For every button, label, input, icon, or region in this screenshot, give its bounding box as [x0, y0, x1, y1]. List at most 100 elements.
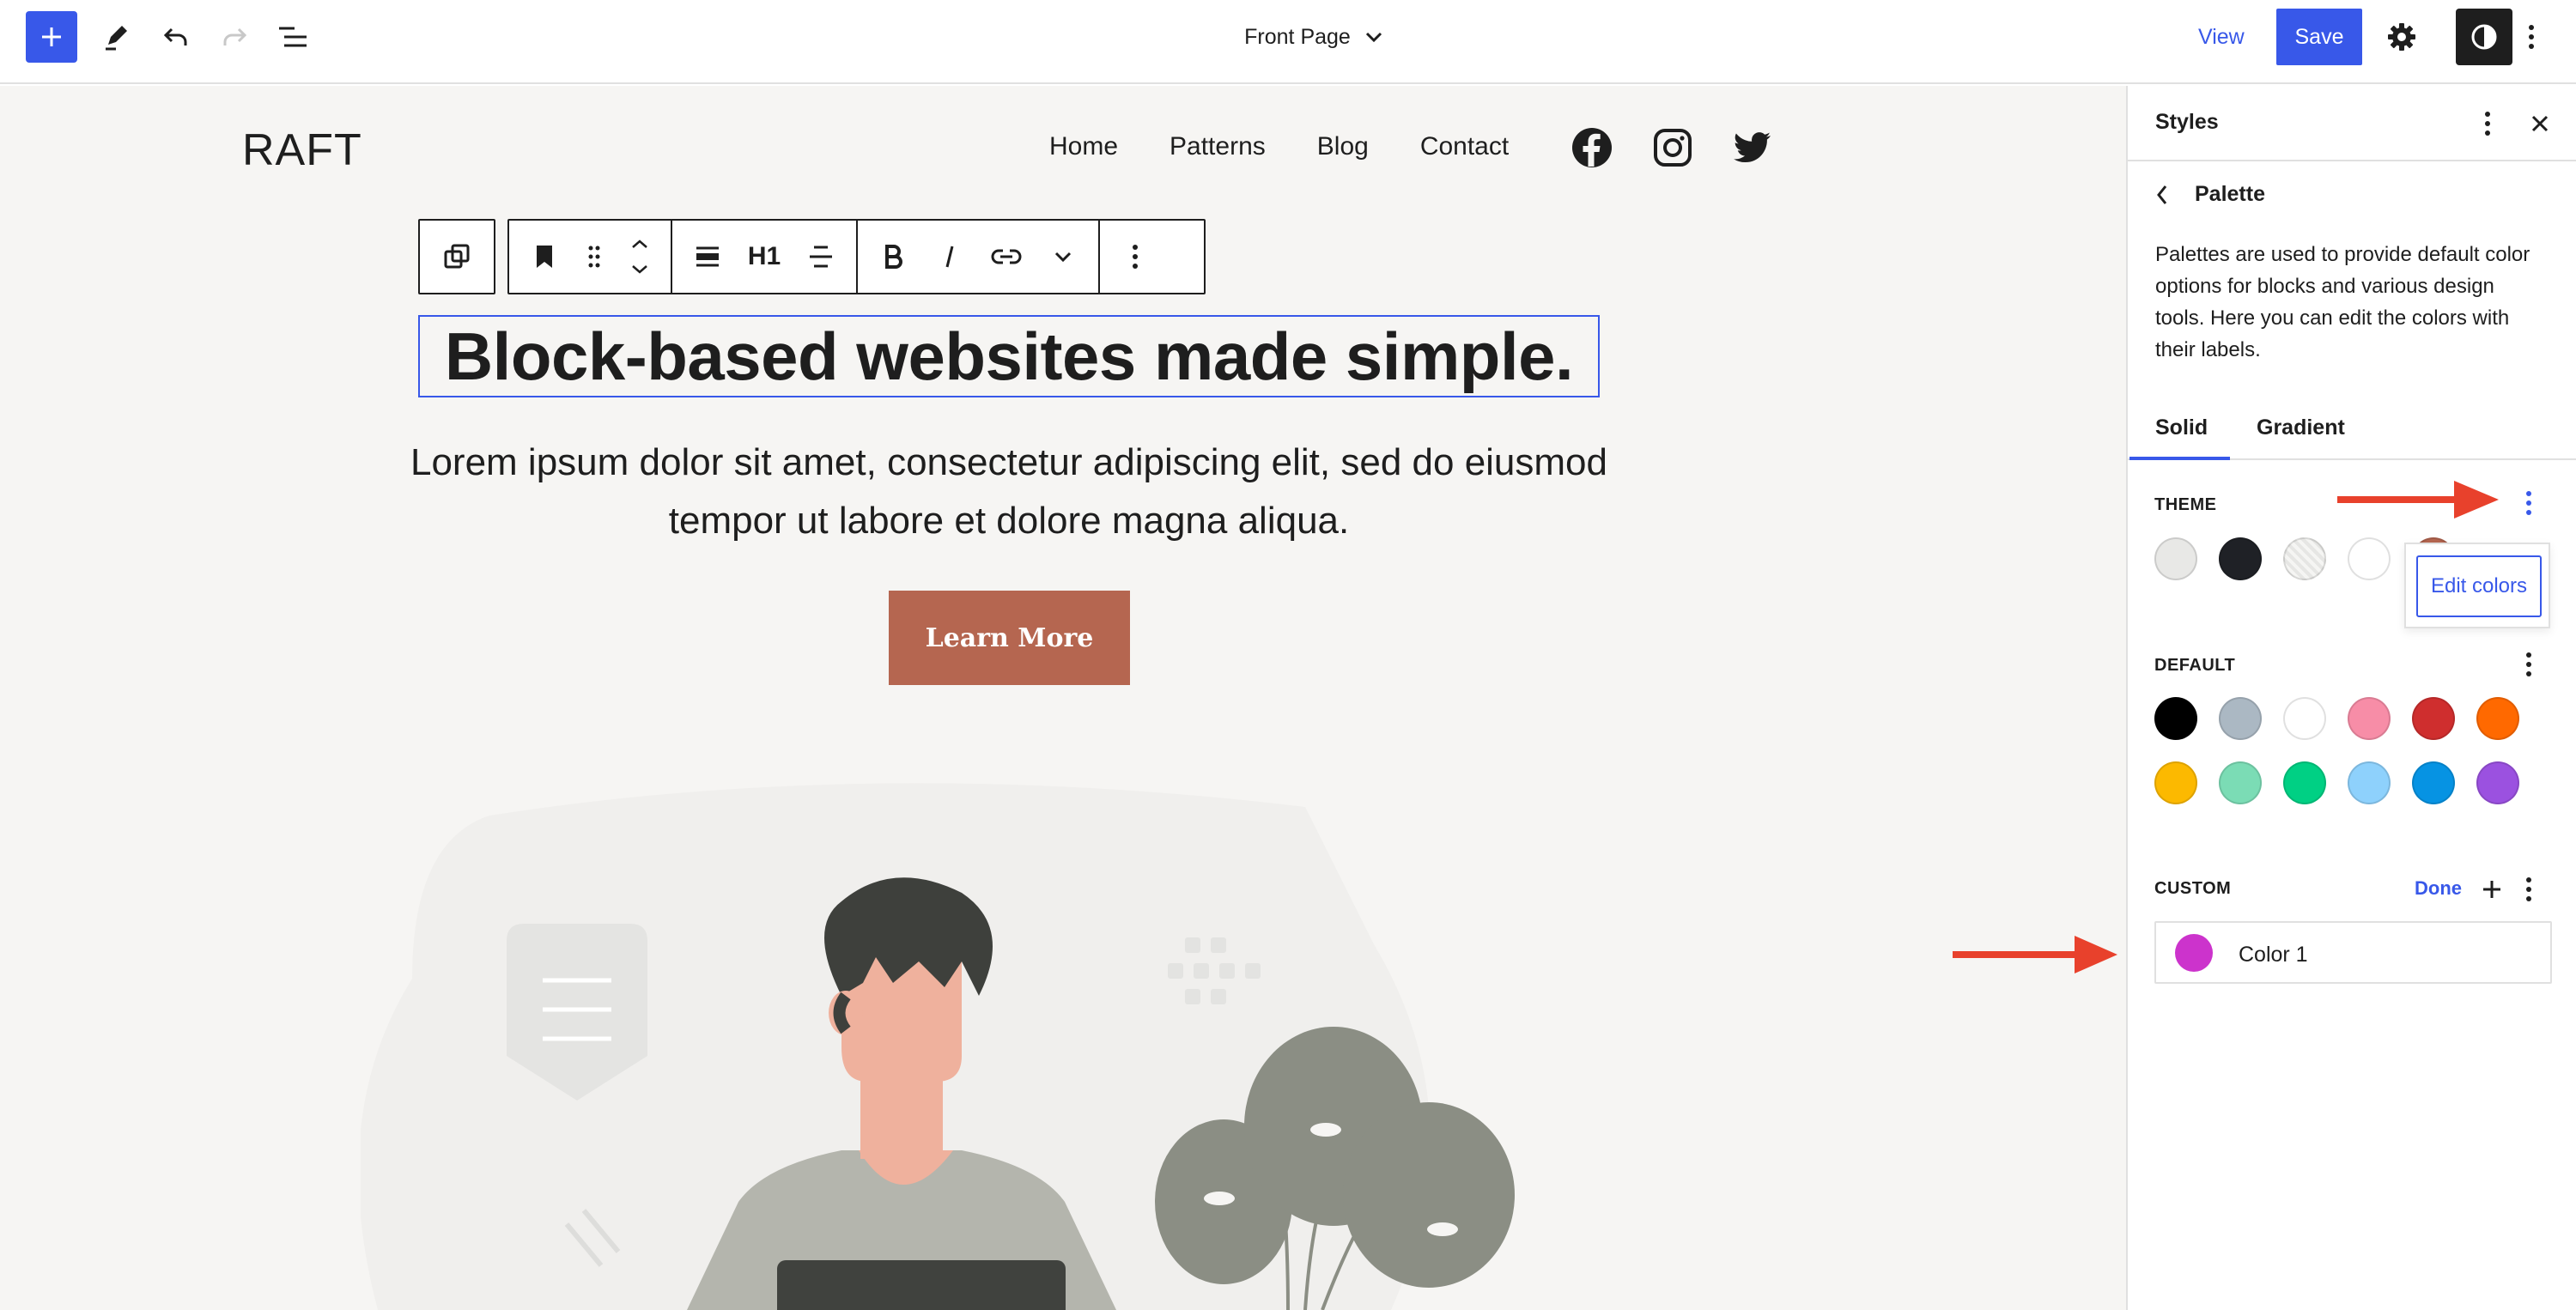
transform-block-button[interactable]: [428, 221, 485, 293]
bold-icon: [885, 245, 902, 269]
close-sidebar-button[interactable]: [2524, 108, 2555, 139]
italic-button[interactable]: [921, 221, 978, 293]
instagram-icon[interactable]: [1652, 127, 1693, 168]
custom-color-item[interactable]: Color 1: [2154, 921, 2552, 984]
custom-color-name[interactable]: Color 1: [2239, 943, 2308, 967]
document-title-dropdown[interactable]: Front Page: [1116, 17, 1511, 57]
tab-solid[interactable]: Solid: [2155, 395, 2208, 460]
bookmark-icon: [537, 246, 552, 268]
default-swatch-light-green[interactable]: [2219, 761, 2262, 804]
align-button[interactable]: [679, 221, 736, 293]
text-align-button[interactable]: [793, 221, 849, 293]
drag-handle[interactable]: [573, 221, 616, 293]
theme-options-button[interactable]: [2516, 488, 2542, 519]
align-center-icon: [810, 246, 832, 268]
palette-tabs: Solid Gradient: [2128, 395, 2576, 460]
save-button[interactable]: Save: [2276, 9, 2362, 65]
theme-swatch-4[interactable]: [2348, 537, 2391, 580]
bold-button[interactable]: [865, 221, 921, 293]
link-icon: [991, 249, 1022, 264]
editor-top-bar: Front Page View Save: [0, 0, 2576, 84]
sidebar-options-button[interactable]: [2475, 108, 2500, 139]
custom-color-swatch[interactable]: [2175, 934, 2213, 972]
nav-item-contact[interactable]: Contact: [1420, 132, 1509, 161]
settings-button[interactable]: [2382, 17, 2421, 57]
default-section-label: DEFAULT: [2154, 656, 2236, 675]
page-heading[interactable]: Block-based websites made simple.: [445, 318, 1574, 396]
default-swatch-green[interactable]: [2283, 761, 2326, 804]
more-vertical-icon: [2485, 112, 2490, 136]
document-title: Front Page: [1244, 24, 1351, 49]
default-swatch-cyan-bluish-gray[interactable]: [2219, 697, 2262, 740]
options-menu-button[interactable]: [2516, 17, 2547, 57]
chevron-left-icon: [2157, 185, 2167, 204]
default-swatch-cyan-blue[interactable]: [2412, 761, 2455, 804]
learn-more-button[interactable]: Learn More: [889, 591, 1130, 685]
theme-swatch-3[interactable]: [2283, 537, 2326, 580]
undo-icon: [163, 27, 187, 45]
align-wide-icon: [696, 246, 719, 267]
site-navigation: Home Patterns Blog Contact: [1049, 132, 1509, 161]
nav-item-home[interactable]: Home: [1049, 132, 1118, 161]
move-up-down-buttons[interactable]: [616, 221, 664, 293]
done-button[interactable]: Done: [2415, 877, 2462, 900]
default-swatch-purple[interactable]: [2476, 761, 2519, 804]
default-swatch-pale-pink[interactable]: [2348, 697, 2391, 740]
more-rich-text-button[interactable]: [1035, 221, 1091, 293]
default-swatch-black[interactable]: [2154, 697, 2197, 740]
twitter-icon[interactable]: [1731, 127, 1772, 168]
active-tab-indicator: [2129, 457, 2230, 460]
palette-back-button[interactable]: Palette: [2155, 182, 2265, 207]
theme-section-label: THEME: [2154, 495, 2217, 514]
heading-level-button[interactable]: H1: [736, 221, 793, 293]
block-options-button[interactable]: [1107, 221, 1163, 293]
heading-block[interactable]: Block-based websites made simple.: [418, 315, 1600, 397]
theme-swatch-2[interactable]: [2219, 537, 2262, 580]
custom-options-button[interactable]: [2516, 874, 2542, 905]
contrast-icon: [2471, 24, 2497, 50]
theme-swatch-1[interactable]: [2154, 537, 2197, 580]
block-toolbar: H1: [507, 219, 1206, 294]
nav-item-blog[interactable]: Blog: [1317, 132, 1369, 161]
sidebar-title: Styles: [2155, 110, 2219, 134]
editor-canvas[interactable]: RAFT Home Patterns Blog Contact H1 Block…: [0, 86, 2126, 1310]
facebook-icon[interactable]: [1571, 127, 1613, 168]
default-options-button[interactable]: [2516, 649, 2542, 680]
theme-options-popover: Edit colors: [2404, 543, 2550, 628]
block-transform-group: [418, 219, 495, 294]
default-swatch-orange[interactable]: [2476, 697, 2519, 740]
plus-icon: [2483, 881, 2500, 898]
drag-handle-icon: [588, 246, 600, 268]
styles-toggle-button[interactable]: [2456, 9, 2512, 65]
redo-button[interactable]: [215, 17, 254, 57]
pencil-icon: [106, 26, 127, 51]
chevron-up-icon[interactable]: [630, 239, 649, 249]
sidebar-header: Styles: [2128, 86, 2576, 161]
default-swatch-white[interactable]: [2283, 697, 2326, 740]
chevron-down-icon[interactable]: [630, 264, 649, 275]
more-vertical-icon: [1133, 245, 1138, 269]
more-vertical-icon: [2529, 25, 2534, 49]
default-swatch-pale-cyan[interactable]: [2348, 761, 2391, 804]
more-vertical-icon: [2526, 491, 2531, 515]
default-swatch-vivid-red[interactable]: [2412, 697, 2455, 740]
add-custom-color-button[interactable]: [2476, 874, 2507, 905]
add-block-button[interactable]: [26, 11, 77, 63]
nav-item-patterns[interactable]: Patterns: [1170, 132, 1266, 161]
undo-button[interactable]: [156, 17, 196, 57]
lead-paragraph[interactable]: Lorem ipsum dolor sit amet, consectetur …: [361, 434, 1657, 550]
hero-illustration[interactable]: [361, 773, 1666, 1310]
block-type-button[interactable]: [516, 221, 573, 293]
tab-gradient[interactable]: Gradient: [2257, 395, 2345, 460]
close-icon: [2531, 115, 2549, 132]
list-view-icon: [279, 27, 307, 47]
edit-colors-menu-item[interactable]: Edit colors: [2416, 555, 2542, 617]
document-overview-button[interactable]: [273, 17, 313, 57]
more-vertical-icon: [2526, 652, 2531, 676]
annotation-arrow-custom: [1953, 936, 2117, 973]
site-title[interactable]: RAFT: [242, 124, 362, 176]
default-swatch-amber[interactable]: [2154, 761, 2197, 804]
edit-tool-button[interactable]: [96, 17, 136, 57]
view-link[interactable]: View: [2198, 17, 2245, 57]
link-button[interactable]: [978, 221, 1035, 293]
